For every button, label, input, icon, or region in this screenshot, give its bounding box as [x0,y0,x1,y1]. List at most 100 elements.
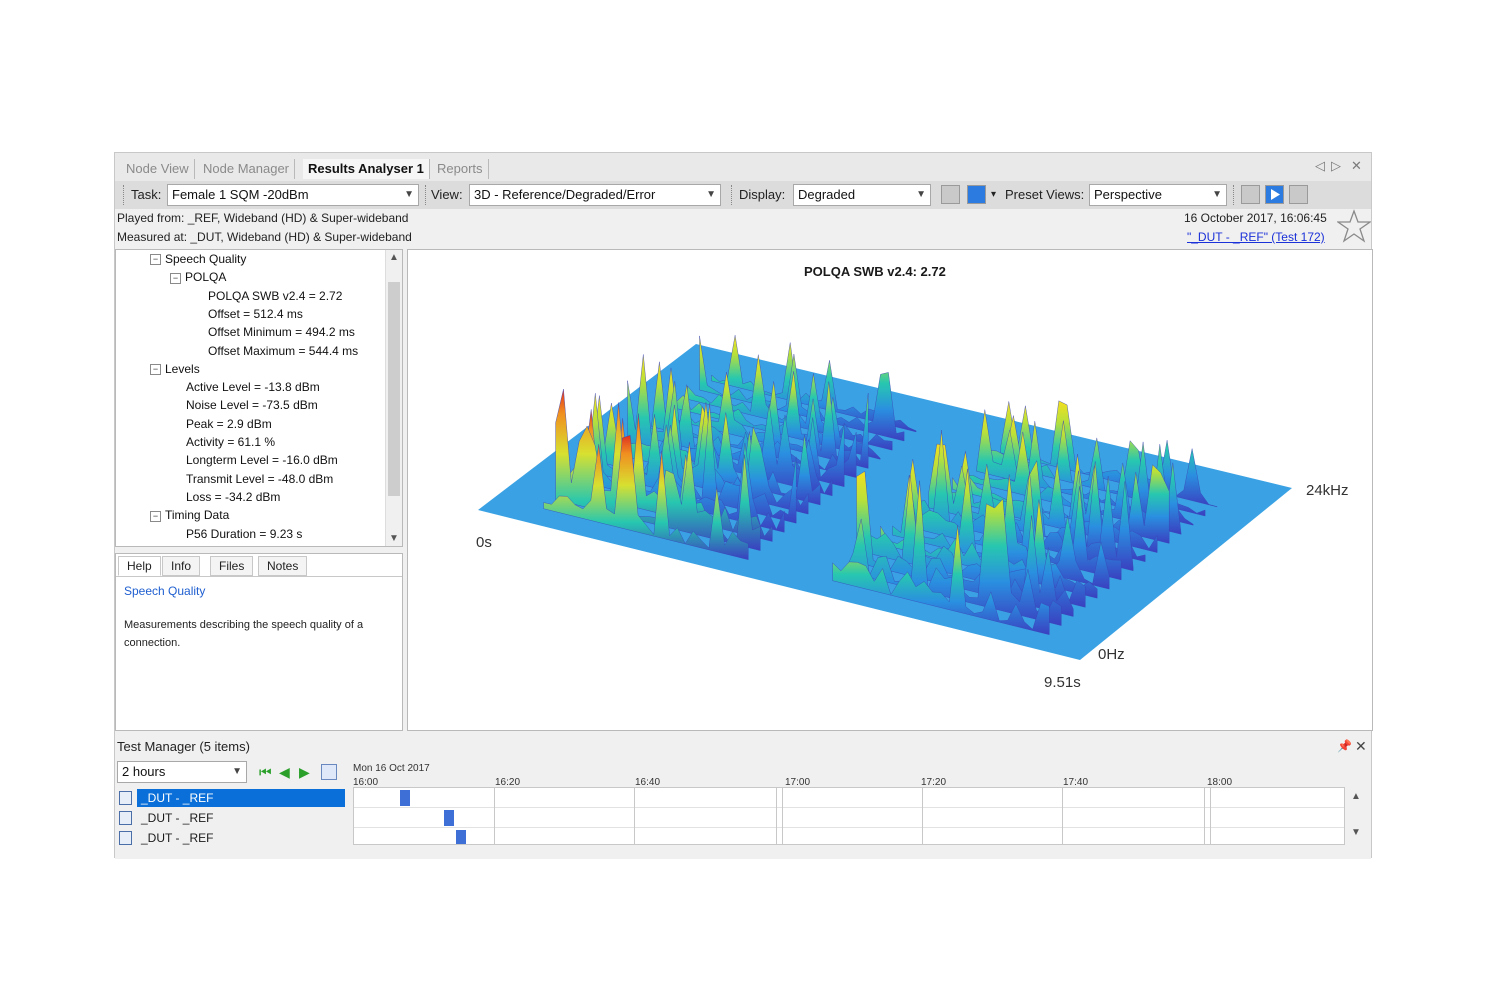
tree-item[interactable]: Loss = -34.2 dBm [186,490,280,504]
grid-row-line [354,827,1344,828]
back-icon[interactable]: ◀ [279,764,290,781]
test-row[interactable]: _DUT - _REF [137,809,345,827]
chevron-down-icon: ▼ [706,189,716,200]
pause-icon[interactable] [1289,185,1308,204]
collapse-toggle-icon[interactable]: − [170,272,181,284]
timeline-date: Mon 16 Oct 2017 [353,763,430,774]
tree-item[interactable]: Peak = 2.9 dBm [186,417,272,431]
grid-line [1210,788,1211,844]
axis-label-time-end: 9.51s [1044,674,1081,691]
grid-line [776,788,777,844]
tree-item-label: Timing Data [165,508,230,523]
toolbar: Task: Female 1 SQM -20dBm ▼ View: 3D - R… [115,181,1371,209]
tree-item-label: Offset Maximum = 544.4 ms [208,343,359,358]
played-from-text: Played from: _REF, Wideband (HD) & Super… [117,211,409,225]
help-body: Measurements describing the speech quali… [124,619,364,649]
view-label: View: [431,187,463,202]
tab-reports[interactable]: Reports [432,159,489,179]
pin-icon[interactable]: 📌 [1337,739,1352,753]
tab-notes[interactable]: Notes [258,556,308,576]
toolbar-grip [123,185,125,205]
tab-node-manager[interactable]: Node Manager [198,159,295,179]
chevron-down-icon: ▼ [232,766,242,777]
collapse-toggle-icon[interactable]: − [150,510,161,522]
tree-item-label: POLQA SWB v2.4 = 2.72 [208,288,343,303]
close-icon[interactable]: ✕ [1355,738,1367,755]
tree-scrollbar[interactable]: ▲ ▼ [385,250,402,546]
first-icon[interactable]: ⏮ [259,764,272,781]
play-glyph-icon [1271,189,1280,200]
calendar-icon[interactable] [321,764,337,780]
tab-close-icon[interactable]: ✕ [1351,158,1362,174]
tree-item[interactable]: Offset = 512.4 ms [208,307,303,321]
star-icon[interactable] [1337,209,1371,245]
test-block[interactable] [456,830,466,844]
view-select[interactable]: 3D - Reference/Degraded/Error ▼ [469,184,721,206]
time-range-value: 2 hours [122,764,166,779]
test-link[interactable]: "_DUT - _REF" (Test 172) [1187,230,1325,244]
collapse-toggle-icon[interactable]: − [150,254,161,266]
tree-group[interactable]: − Speech Quality [150,252,246,266]
toolbar-separator [1233,185,1235,205]
tab-next-icon[interactable]: ▷ [1331,158,1341,174]
toolbar-separator [425,185,427,205]
grid-line [1204,788,1205,844]
tree-item-label: Active Level = -13.8 dBm [186,380,320,395]
tab-node-view[interactable]: Node View [121,159,195,179]
spectrogram-3d [478,335,1292,660]
tab-info[interactable]: Info [162,556,201,576]
tree-item[interactable]: Longterm Level = -16.0 dBm [186,453,338,467]
grid-line [922,788,923,844]
tree-item[interactable]: Offset Maximum = 544.4 ms [208,344,358,358]
stop-icon[interactable] [1241,185,1260,204]
tree-item[interactable]: Transmit Level = -48.0 dBm [186,472,333,486]
tree-item[interactable]: Offset Minimum = 494.2 ms [208,325,355,339]
tab-bar: Node View Node Manager Results Analyser … [115,153,1371,181]
test-date: 16 October 2017, 16:06:45 [1184,211,1327,225]
tree-item-label: Peak = 2.9 dBm [186,416,272,431]
measured-at-text: Measured at: _DUT, Wideband (HD) & Super… [117,230,412,244]
pen-dropdown-icon[interactable]: ▾ [991,189,996,200]
play-icon[interactable] [1265,185,1284,204]
scroll-up-icon[interactable]: ▲ [389,252,399,263]
scroll-down-icon[interactable]: ▼ [389,533,399,544]
forward-icon[interactable]: ▶ [299,764,310,781]
time-range-select[interactable]: 2 hours ▼ [117,761,247,783]
tree-group[interactable]: − Levels [150,362,200,376]
test-row[interactable]: _DUT - _REF [137,789,345,807]
tree-group[interactable]: − POLQA [170,270,226,284]
tree-item[interactable]: POLQA SWB v2.4 = 2.72 [208,289,342,303]
test-block[interactable] [400,790,410,806]
tree-item[interactable]: Active Level = -13.8 dBm [186,380,320,394]
axis-label-freq-start: 0Hz [1098,646,1125,663]
image-icon[interactable] [941,185,960,204]
help-title: Speech Quality [124,584,206,598]
chart-title: POLQA SWB v2.4: 2.72 [804,264,946,279]
scrollbar-thumb[interactable] [388,282,400,496]
tree-item[interactable]: P56 Duration = 9.23 s [186,527,302,541]
pen-icon[interactable] [967,185,986,204]
collapse-toggle-icon[interactable]: − [150,364,161,376]
tree-item[interactable]: Noise Level = -73.5 dBm [186,398,318,412]
display-select[interactable]: Degraded ▼ [793,184,931,206]
test-file-icon [119,831,132,845]
task-select[interactable]: Female 1 SQM -20dBm ▼ [167,184,419,206]
tab-results-analyser[interactable]: Results Analyser 1 [303,159,430,179]
tree-group[interactable]: − Timing Data [150,508,229,522]
chart-panel: POLQA SWB v2.4: 2.72 0s 9.51s 0Hz 24kHz [407,249,1373,731]
tree-item-label: Speech Quality [165,252,247,266]
tree-item[interactable]: Activity = 61.1 % [186,435,275,449]
scroll-up-icon[interactable]: ▲ [1351,791,1361,802]
tab-help[interactable]: Help [118,556,161,576]
tree-item-label: P56 Duration = 9.23 s [186,526,303,541]
scroll-down-icon[interactable]: ▼ [1351,827,1361,838]
grid-row-line [354,807,1344,808]
timeline-scrollbar[interactable]: ▲ ▼ [1347,787,1365,845]
display-label: Display: [739,187,786,202]
test-row[interactable]: _DUT - _REF [137,829,345,847]
tab-prev-icon[interactable]: ◁ [1315,158,1325,174]
grid-line [494,788,495,844]
tab-files[interactable]: Files [210,556,254,576]
test-block[interactable] [444,810,454,826]
preset-views-select[interactable]: Perspective ▼ [1089,184,1227,206]
